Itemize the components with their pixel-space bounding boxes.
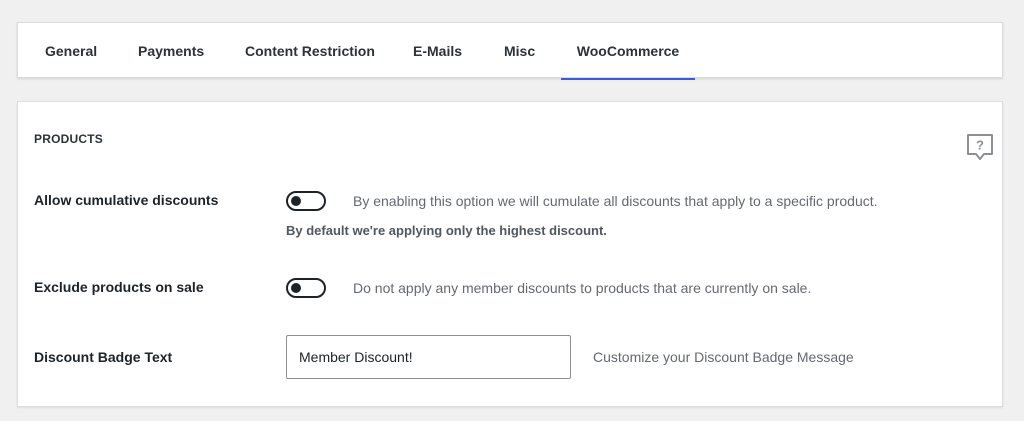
toggle-knob <box>291 283 301 293</box>
cumulative-discounts-toggle[interactable] <box>286 191 326 211</box>
badge-text-input[interactable] <box>286 335 571 379</box>
exclude-sale-toggle[interactable] <box>286 278 326 298</box>
tab-payments[interactable]: Payments <box>138 23 204 79</box>
settings-tab-bar: General Payments Content Restriction E-M… <box>17 22 1003 80</box>
exclude-sale-label: Exclude products on sale <box>34 279 204 295</box>
woocommerce-settings-panel: PRODUCTS ? Allow cumulative discounts By… <box>17 101 1003 407</box>
tab-content-restriction[interactable]: Content Restriction <box>245 23 375 79</box>
tab-e-mails[interactable]: E-Mails <box>413 23 462 79</box>
tab-misc[interactable]: Misc <box>504 23 535 79</box>
badge-text-description: Customize your Discount Badge Message <box>593 349 854 365</box>
svg-text:?: ? <box>976 138 984 153</box>
help-question-icon[interactable]: ? <box>965 132 995 162</box>
cumulative-discounts-description: By enabling this option we will cumulate… <box>353 193 878 209</box>
tab-general[interactable]: General <box>45 23 97 79</box>
section-title: PRODUCTS <box>34 132 103 146</box>
cumulative-discounts-label: Allow cumulative discounts <box>34 192 219 208</box>
exclude-sale-description: Do not apply any member discounts to pro… <box>353 280 812 296</box>
cumulative-discounts-note: By default we're applying only the highe… <box>286 223 607 238</box>
toggle-knob <box>291 196 301 206</box>
badge-text-label: Discount Badge Text <box>34 349 173 365</box>
tab-woocommerce[interactable]: WooCommerce <box>561 23 695 80</box>
